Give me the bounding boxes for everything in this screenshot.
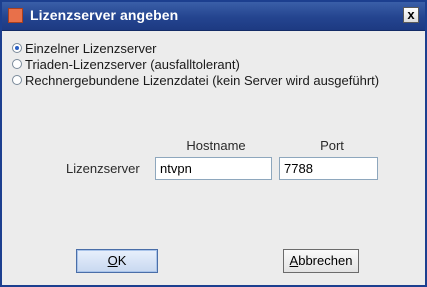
hostname-header: Hostname [186, 138, 246, 153]
radio-button-icon[interactable] [12, 59, 22, 69]
radio-label: Rechnergebundene Lizenzdatei (kein Serve… [25, 72, 380, 88]
radio-single-server[interactable]: Einzelner Lizenzserver [12, 40, 157, 56]
dialog-title: Lizenzserver angeben [30, 7, 179, 23]
license-server-label: Lizenzserver [66, 161, 140, 176]
close-icon: x [407, 7, 415, 22]
title-bar[interactable]: Lizenzserver angeben x [2, 2, 425, 31]
cancel-label: bbrechen [298, 253, 353, 268]
ok-mnemonic: O [107, 253, 118, 268]
radio-label: Triaden-Lizenzserver (ausfalltolerant) [25, 56, 240, 72]
ok-button[interactable]: OK [76, 249, 158, 273]
radio-button-icon[interactable] [12, 75, 22, 85]
radio-button-icon[interactable] [12, 43, 22, 53]
ok-label: K [117, 253, 127, 268]
cancel-mnemonic: A [289, 253, 299, 268]
cancel-button[interactable]: Abbrechen [283, 249, 359, 273]
radio-label: Einzelner Lizenzserver [25, 40, 157, 56]
port-input[interactable] [279, 157, 378, 180]
radio-triad-server[interactable]: Triaden-Lizenzserver (ausfalltolerant) [12, 56, 240, 72]
radio-node-locked-file[interactable]: Rechnergebundene Lizenzdatei (kein Serve… [12, 72, 379, 88]
hostname-input[interactable] [155, 157, 272, 180]
port-header: Port [320, 138, 344, 153]
close-button[interactable]: x [403, 7, 419, 23]
license-server-dialog: Lizenzserver angeben x Einzelner Lizenzs… [0, 0, 427, 287]
app-icon [8, 8, 23, 23]
